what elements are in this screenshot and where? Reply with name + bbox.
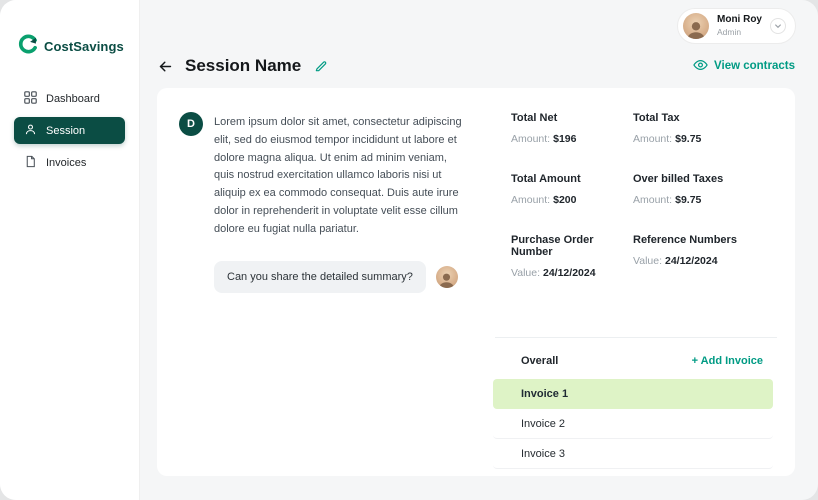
document-icon	[24, 155, 37, 171]
user-meta: Moni Roy Admin	[717, 14, 762, 37]
summary-panel: Total Net Amount: $196 Total Tax Amount: $…	[487, 88, 795, 476]
user-message-avatar	[435, 265, 458, 288]
field-value: 24/12/2024	[543, 267, 596, 279]
field-label: Total Tax	[633, 112, 680, 124]
session-card: D Lorem ipsum dolor sit amet, consectetu…	[157, 88, 795, 476]
page-title: Session Name	[185, 56, 302, 75]
field-value-line: Amount: $9.75	[633, 194, 783, 206]
field-value-line: Amount: $9.75	[633, 133, 783, 145]
logo-icon	[18, 34, 38, 59]
field-over-billed-taxes: Over billed Taxes Amount: $9.75	[633, 173, 783, 206]
field-value: $9.75	[675, 194, 702, 206]
chat-panel: D Lorem ipsum dolor sit amet, consectetu…	[157, 88, 487, 476]
sidebar-item-label: Dashboard	[46, 92, 100, 105]
back-button[interactable]	[157, 58, 174, 75]
field-purchase-order-number: Purchase Order Number Value: 24/12/2024	[511, 234, 633, 279]
view-contracts-link[interactable]: View contracts	[693, 59, 795, 74]
field-total-tax: Total Tax Amount: $9.75	[633, 112, 783, 145]
field-reference-numbers: Reference Numbers Value: 24/12/2024	[633, 234, 783, 279]
sidebar-item-label: Session	[46, 124, 86, 137]
invoice-row-1[interactable]: Invoice 1	[493, 379, 773, 409]
field-prefix: Amount:	[511, 133, 551, 145]
field-prefix: Value:	[511, 267, 540, 279]
field-total-amount: Total Amount Amount: $200	[511, 173, 633, 206]
invoice-label: Invoice 1	[521, 387, 569, 400]
sidebar-nav: Dashboard Session Invoices	[0, 85, 139, 176]
user-message-bubble: Can you share the detailed summary?	[214, 260, 426, 293]
dashboard-grid-icon	[24, 90, 37, 107]
field-prefix: Amount:	[511, 194, 551, 206]
invoice-row-3[interactable]: Invoice 3	[493, 439, 773, 469]
field-label: Total Amount	[511, 173, 581, 185]
sidebar-item-dashboard[interactable]: Dashboard	[14, 85, 125, 112]
logo-text: CostSavings	[44, 39, 124, 54]
field-value-line: Amount: $196	[511, 133, 633, 145]
field-prefix: Value:	[633, 255, 662, 267]
sidebar: CostSavings Dashboard Session Invoices	[0, 0, 140, 500]
user-name: Moni Roy	[717, 14, 762, 26]
field-value-line: Amount: $200	[511, 194, 633, 206]
add-invoice-button[interactable]: + Add Invoice	[692, 355, 763, 367]
invoice-label: Invoice 2	[521, 417, 566, 430]
field-value: $196	[553, 133, 577, 145]
user-role: Admin	[717, 26, 742, 37]
main-content: Moni Roy Admin Session Name View contrac…	[141, 0, 818, 500]
bot-avatar: D	[179, 112, 203, 136]
user-menu[interactable]: Moni Roy Admin	[677, 8, 796, 44]
summary-fields: Total Net Amount: $196 Total Tax Amount: $…	[511, 112, 783, 279]
app-window: CostSavings Dashboard Session Invoices M…	[0, 0, 818, 500]
chevron-down-icon	[770, 18, 786, 34]
user-message: Can you share the detailed summary?	[214, 260, 469, 293]
session-user-icon	[24, 123, 37, 139]
field-value: $9.75	[675, 133, 702, 145]
app-logo[interactable]: CostSavings	[0, 0, 139, 59]
sidebar-item-session[interactable]: Session	[14, 117, 125, 144]
view-contracts-label: View contracts	[714, 60, 795, 72]
bot-message-text: Lorem ipsum dolor sit amet, consectetur …	[214, 116, 462, 235]
field-label: Over billed Taxes	[633, 173, 724, 185]
sidebar-item-invoices[interactable]: Invoices	[14, 149, 125, 176]
overall-label: Overall	[521, 355, 559, 367]
field-prefix: Amount:	[633, 194, 673, 206]
field-label: Purchase Order Number	[511, 234, 594, 258]
edit-session-name-button[interactable]	[314, 59, 328, 73]
field-value: 24/12/2024	[665, 255, 718, 267]
invoice-label: Invoice 3	[521, 447, 566, 460]
field-label: Total Net	[511, 112, 558, 124]
field-total-net: Total Net Amount: $196	[511, 112, 633, 145]
avatar	[683, 13, 709, 39]
field-label: Reference Numbers	[633, 234, 737, 246]
sidebar-item-label: Invoices	[46, 156, 87, 169]
field-value-line: Value: 24/12/2024	[511, 267, 633, 279]
bot-message: D Lorem ipsum dolor sit amet, consectetu…	[179, 112, 469, 239]
eye-icon	[693, 59, 708, 74]
invoice-row-2[interactable]: Invoice 2	[493, 409, 773, 439]
field-value: $200	[553, 194, 577, 206]
field-prefix: Amount:	[633, 133, 673, 145]
overall-row: Overall + Add Invoice	[491, 338, 783, 379]
field-value-line: Value: 24/12/2024	[633, 255, 783, 267]
invoice-list: Invoice 1 Invoice 2 Invoice 3	[493, 379, 773, 469]
